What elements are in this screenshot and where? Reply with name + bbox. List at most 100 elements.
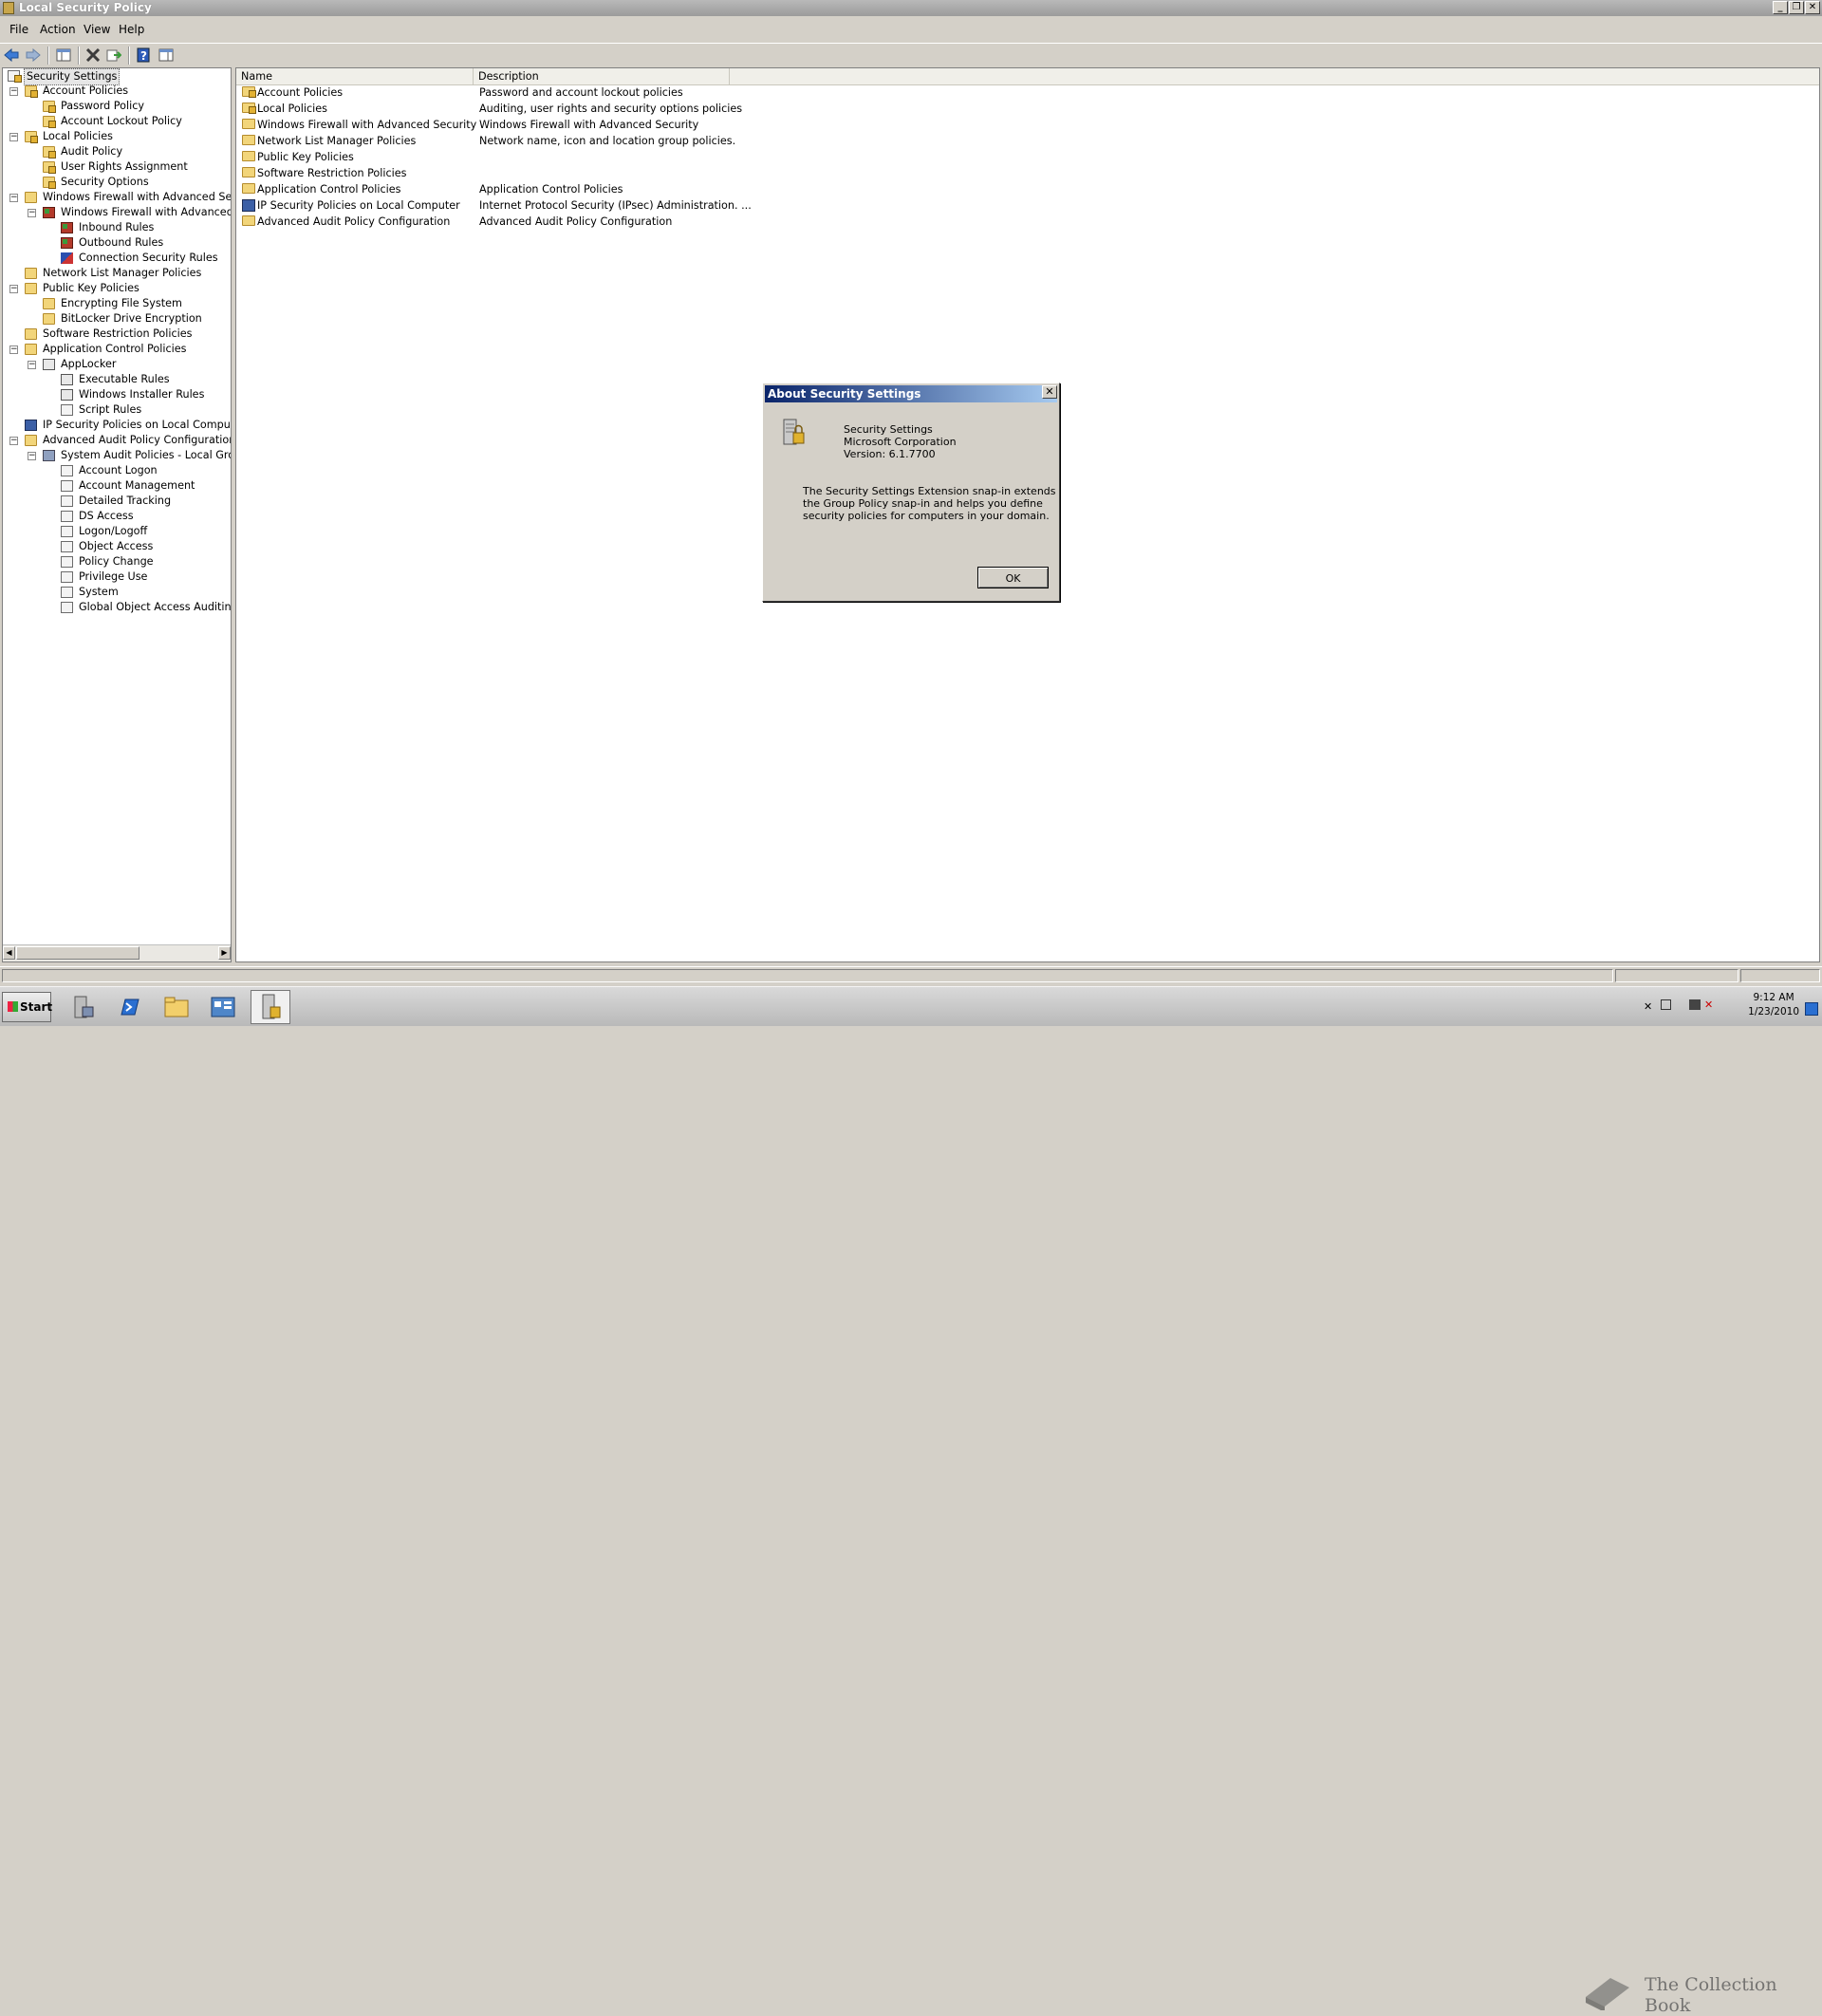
export-list-icon[interactable] (105, 47, 122, 63)
tray-collapse-icon[interactable]: ✕ (1644, 1000, 1652, 1013)
column-header-name[interactable]: Name (236, 68, 474, 84)
tray-speaker-muted-icon[interactable]: ✕ (1704, 999, 1713, 1011)
status-cell (1740, 969, 1820, 982)
show-hide-console-tree-icon[interactable] (55, 47, 72, 63)
folder-icon (25, 344, 37, 355)
collapse-toggle[interactable]: − (9, 133, 18, 141)
connection-security-icon (61, 252, 73, 264)
ip-security-computer-icon (242, 199, 255, 212)
folder-lock-icon (43, 116, 56, 128)
list-item-description: Application Control Policies (479, 183, 623, 196)
back-arrow-icon[interactable] (3, 47, 20, 63)
tree-item-label: IP Security Policies on Local Computer (43, 419, 232, 431)
taskbar-explorer-icon[interactable] (157, 990, 196, 1024)
system-clock[interactable]: 9:12 AM 1/23/2010 (1748, 991, 1799, 1019)
help-icon[interactable]: ? (135, 47, 152, 63)
close-button[interactable]: ✕ (1805, 1, 1820, 14)
dialog-company: Microsoft Corporation (844, 436, 957, 448)
list-item-description: Password and account lockout policies (479, 86, 683, 99)
dialog-version: Version: 6.1.7700 (844, 448, 936, 460)
collapse-toggle[interactable]: − (9, 345, 18, 354)
audit-category-icon (61, 526, 73, 537)
list-item-name: Windows Firewall with Advanced Security (257, 119, 477, 131)
ok-button[interactable]: OK (977, 567, 1049, 588)
dialog-close-button[interactable]: ✕ (1042, 385, 1057, 399)
show-action-pane-icon[interactable] (158, 47, 175, 63)
tree-item-label: Detailed Tracking (79, 495, 172, 507)
collapse-toggle[interactable]: − (9, 437, 18, 445)
column-header-description[interactable]: Description (474, 68, 730, 84)
scroll-thumb[interactable] (16, 946, 139, 960)
menu-help[interactable]: Help (119, 23, 144, 36)
column-headers: Name Description (236, 68, 1819, 85)
tree-item-label: Privilege Use (79, 570, 148, 583)
tree-item-label: Software Restriction Policies (43, 327, 193, 340)
folder-icon (25, 328, 37, 340)
taskbar-local-security-policy-icon[interactable] (251, 990, 290, 1024)
taskbar: Start The Collection Book ✕ ✕ 9:12 AM 1/… (0, 986, 1822, 2016)
system-tray: ✕ ✕ 9:12 AM 1/23/2010 (1613, 987, 1822, 1026)
tree-horizontal-scrollbar[interactable]: ◀ ▶ (3, 944, 231, 961)
list-item[interactable]: Application Control Policies (242, 181, 401, 197)
rules-icon (61, 374, 73, 385)
folder-icon (242, 167, 255, 177)
tray-action-center-icon[interactable] (1661, 999, 1671, 1010)
list-item[interactable]: Software Restriction Policies (242, 165, 406, 181)
watermark-text: The Collection Book (1586, 1974, 1822, 2016)
folder-lock-icon (242, 103, 256, 114)
collapse-toggle[interactable]: − (28, 452, 36, 460)
menu-action[interactable]: Action (40, 23, 76, 36)
scroll-left-arrow-icon[interactable]: ◀ (3, 946, 15, 960)
collapse-toggle[interactable]: − (9, 194, 18, 202)
folder-lock-icon (43, 101, 56, 113)
taskbar-powershell-icon[interactable] (109, 990, 149, 1024)
tree-item-label: Logon/Logoff (79, 525, 148, 537)
list-item[interactable]: Account Policies (242, 84, 343, 101)
dialog-description-line: The Security Settings Extension snap-in … (803, 485, 1056, 497)
start-button[interactable]: Start (2, 992, 52, 1022)
list-item-description: Windows Firewall with Advanced Security (479, 119, 699, 131)
dialog-title-bar[interactable]: About Security Settings (765, 385, 1057, 402)
windows-flag-icon (8, 1001, 18, 1012)
list-item[interactable]: IP Security Policies on Local Computer (242, 197, 460, 214)
list-item[interactable]: Public Key Policies (242, 149, 354, 165)
watermark-label: The Collection Book (1645, 1974, 1777, 2016)
minimize-button[interactable]: _ (1773, 1, 1788, 14)
audit-policies-icon (43, 450, 55, 461)
collapse-toggle[interactable]: − (9, 285, 18, 293)
security-policy-app-icon (3, 2, 14, 14)
audit-category-icon (61, 495, 73, 507)
scroll-right-arrow-icon[interactable]: ▶ (218, 946, 231, 960)
folder-icon (242, 135, 255, 145)
folder-lock-icon (25, 131, 38, 143)
folder-lock-icon (43, 161, 56, 174)
audit-category-icon (61, 465, 73, 476)
tree-item-label: Policy Change (79, 555, 154, 568)
list-item[interactable]: Network List Manager Policies (242, 133, 416, 149)
menu-view[interactable]: View (84, 23, 110, 36)
tree-item-label: Windows Firewall with Advanced Security (43, 191, 232, 203)
folder-icon (25, 268, 37, 279)
folder-icon (242, 119, 255, 129)
toolbar-separator (78, 47, 80, 65)
delete-icon[interactable] (84, 47, 102, 63)
tree-item-label: System (79, 586, 119, 598)
list-item[interactable]: Local Policies (242, 101, 327, 117)
list-item[interactable]: Advanced Audit Policy Configuration (242, 214, 450, 230)
list-item-name: Application Control Policies (257, 183, 401, 196)
collapse-toggle[interactable]: − (28, 209, 36, 217)
collapse-toggle[interactable]: − (28, 361, 36, 369)
taskbar-control-panel-icon[interactable] (203, 990, 243, 1024)
menu-file[interactable]: File (9, 23, 28, 36)
folder-icon (25, 192, 37, 203)
forward-arrow-icon[interactable] (25, 47, 42, 63)
window-title-bar[interactable]: Local Security Policy _ ❐ ✕ (0, 0, 1822, 16)
list-item[interactable]: Windows Firewall with Advanced Security (242, 117, 477, 133)
collapse-toggle[interactable]: − (9, 87, 18, 96)
tray-network-icon[interactable] (1689, 999, 1701, 1010)
restore-button[interactable]: ❐ (1789, 1, 1804, 14)
show-desktop-icon[interactable] (1805, 1002, 1818, 1016)
tree-item-label: Network List Manager Policies (43, 267, 202, 279)
console-tree[interactable]: Security Settings − Account Policies Pas… (2, 67, 232, 962)
taskbar-server-manager-icon[interactable] (63, 990, 102, 1024)
